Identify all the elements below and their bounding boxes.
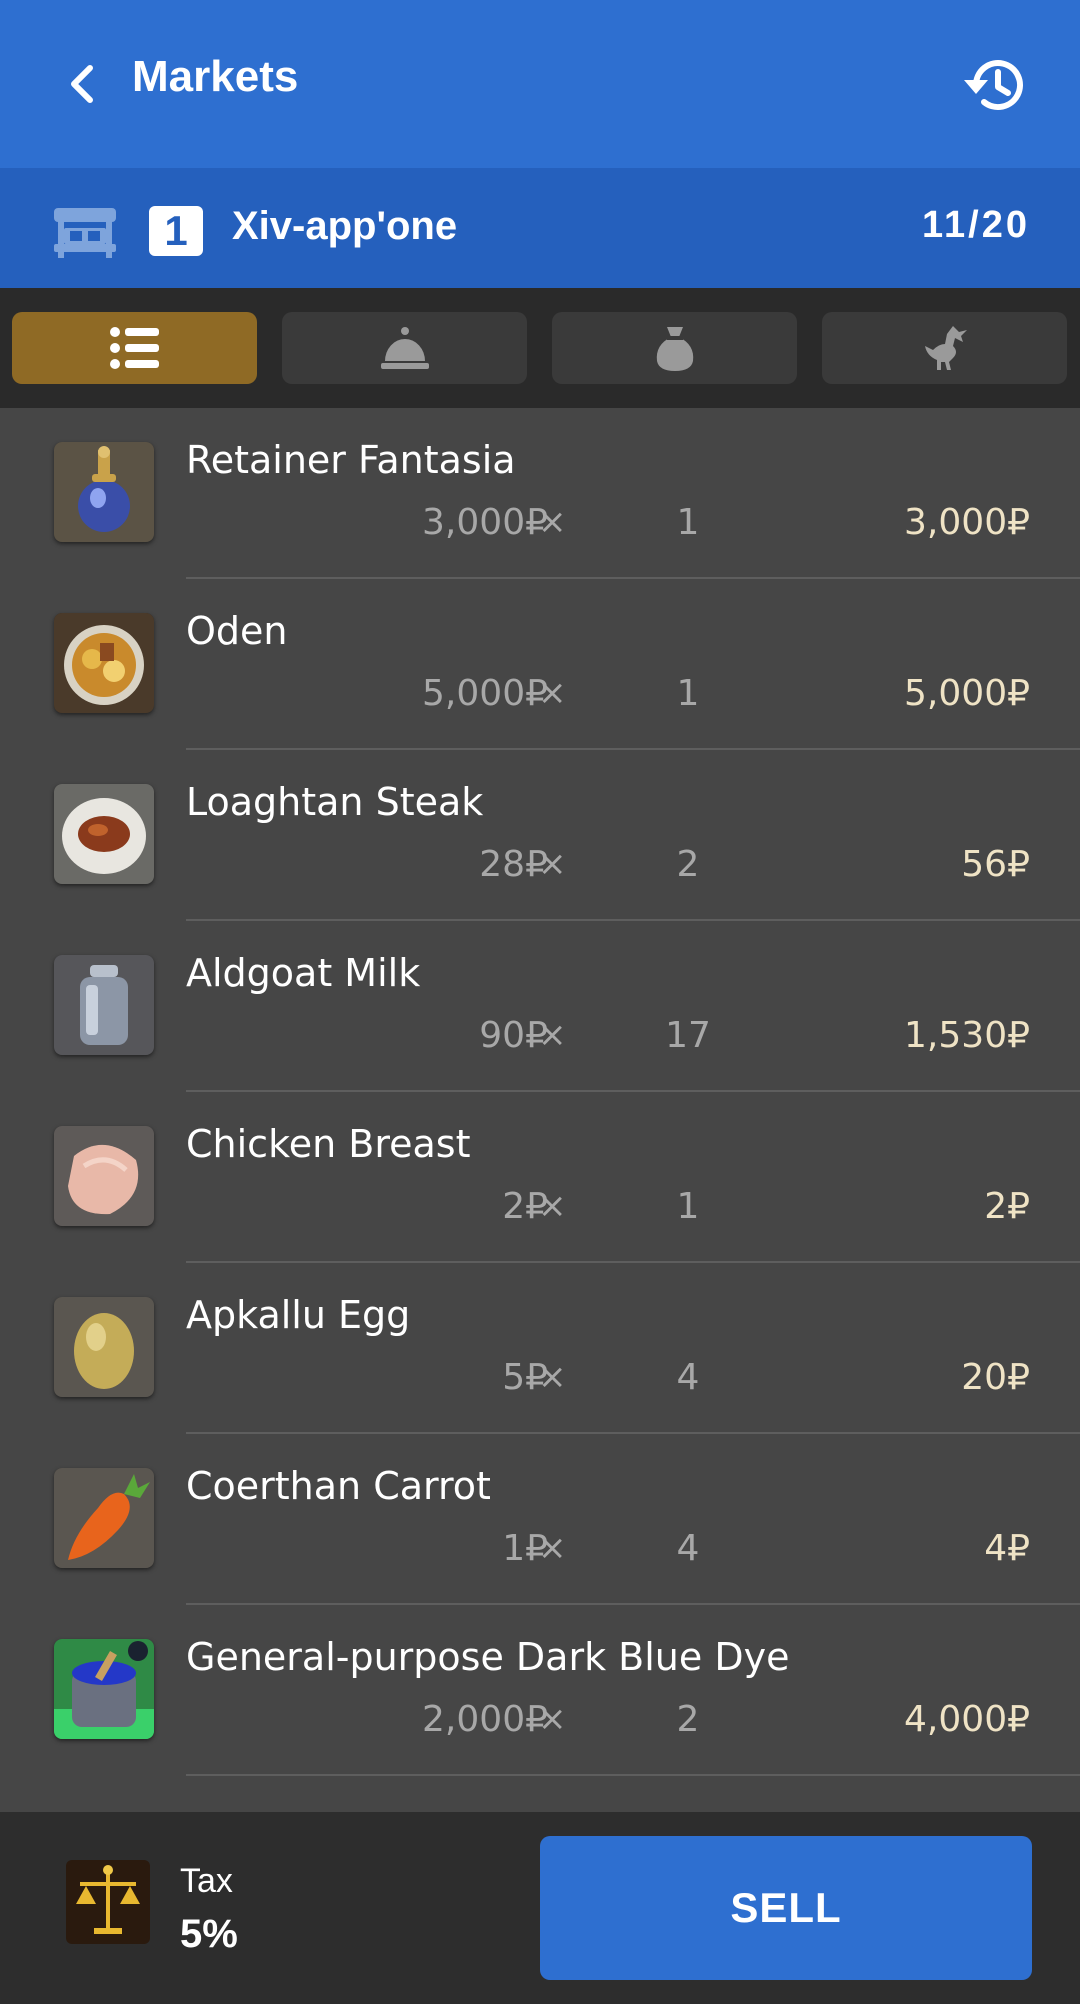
list-item[interactable]: Retainer Fantasia 3,000₽ × 1 3,000₽	[0, 408, 1080, 579]
list-item[interactable]: Loaghtan Steak 28₽ × 2 56₽	[0, 750, 1080, 921]
service-bell-icon	[380, 327, 429, 369]
potion-icon	[54, 442, 154, 542]
dye-pot-icon	[54, 1639, 154, 1739]
list-item[interactable]: General-purpose Dark Blue Dye 2,000₽ × 2…	[0, 1605, 1080, 1776]
tab-bar	[0, 288, 1080, 408]
total-price: 1,530₽	[904, 1015, 1030, 1056]
quantity: 2	[676, 1699, 700, 1740]
item-name: Oden	[186, 609, 288, 653]
multiply-sign: ×	[538, 844, 567, 884]
item-name: General-purpose Dark Blue Dye	[186, 1635, 790, 1679]
listing-count: 11/20	[922, 204, 1030, 246]
quantity: 17	[665, 1015, 711, 1056]
tab-chocobo[interactable]	[822, 312, 1067, 384]
item-name: Chicken Breast	[186, 1122, 471, 1166]
page-title: Markets	[132, 52, 299, 101]
total-price: 2₽	[984, 1186, 1030, 1227]
sell-button[interactable]: SELL	[540, 1836, 1032, 1980]
multiply-sign: ×	[538, 1186, 567, 1226]
retainer-number-badge: 1	[149, 206, 203, 256]
tab-list[interactable]	[12, 312, 257, 384]
list-item[interactable]: Coerthan Carrot 1₽ × 4 4₽	[0, 1434, 1080, 1605]
unit-price: 5,000₽	[422, 673, 548, 714]
unit-price: 3,000₽	[422, 502, 548, 543]
quantity: 1	[676, 502, 700, 543]
tax-label: Tax	[180, 1862, 233, 1900]
multiply-sign: ×	[538, 673, 567, 713]
list-item[interactable]: Aldgoat Milk 90₽ × 17 1,530₽	[0, 921, 1080, 1092]
carrot-icon	[54, 1468, 154, 1568]
tax-value: 5%	[180, 1912, 238, 1956]
retainer-name: Xiv-app'one	[232, 204, 458, 248]
item-name: Coerthan Carrot	[186, 1464, 491, 1508]
total-price: 5,000₽	[904, 673, 1030, 714]
quantity: 2	[676, 844, 700, 885]
egg-icon	[54, 1297, 154, 1397]
quantity: 4	[676, 1528, 700, 1569]
multiply-sign: ×	[538, 1015, 567, 1055]
total-price: 4,000₽	[904, 1699, 1030, 1740]
tab-service-bell[interactable]	[282, 312, 527, 384]
app-bar: Markets	[0, 0, 1080, 168]
list-item[interactable]: Chicken Breast 2₽ × 1 2₽	[0, 1092, 1080, 1263]
oden-icon	[54, 613, 154, 713]
list-icon	[109, 327, 159, 369]
chevron-left-icon	[71, 65, 93, 103]
quantity: 4	[676, 1357, 700, 1398]
history-icon	[964, 60, 1023, 111]
multiply-sign: ×	[538, 1699, 567, 1739]
sack-icon	[656, 327, 693, 371]
back-button[interactable]	[58, 58, 110, 110]
list-item[interactable]: Oden 5,000₽ × 1 5,000₽	[0, 579, 1080, 750]
unit-price: 2,000₽	[422, 1699, 548, 1740]
footer-bar: Tax 5% SELL	[0, 1812, 1080, 2004]
milk-can-icon	[54, 955, 154, 1055]
list-item[interactable]: Apkallu Egg 5₽ × 4 20₽	[0, 1263, 1080, 1434]
steak-icon	[54, 784, 154, 884]
multiply-sign: ×	[538, 1357, 567, 1397]
total-price: 4₽	[984, 1528, 1030, 1569]
item-name: Aldgoat Milk	[186, 951, 421, 995]
multiply-sign: ×	[538, 502, 567, 542]
item-name: Retainer Fantasia	[186, 438, 516, 482]
item-name: Apkallu Egg	[186, 1293, 411, 1337]
total-price: 20₽	[961, 1357, 1030, 1398]
total-price: 56₽	[961, 844, 1030, 885]
tab-sack[interactable]	[552, 312, 797, 384]
scales-emblem-icon	[66, 1860, 150, 1944]
history-button[interactable]	[960, 52, 1030, 118]
multiply-sign: ×	[538, 1528, 567, 1568]
market-stall-icon	[50, 204, 120, 262]
quantity: 1	[676, 673, 700, 714]
quantity: 1	[676, 1186, 700, 1227]
item-name: Loaghtan Steak	[186, 780, 484, 824]
total-price: 3,000₽	[904, 502, 1030, 543]
divider	[186, 1774, 1080, 1776]
chocobo-icon	[924, 326, 967, 370]
chicken-breast-icon	[54, 1126, 154, 1226]
